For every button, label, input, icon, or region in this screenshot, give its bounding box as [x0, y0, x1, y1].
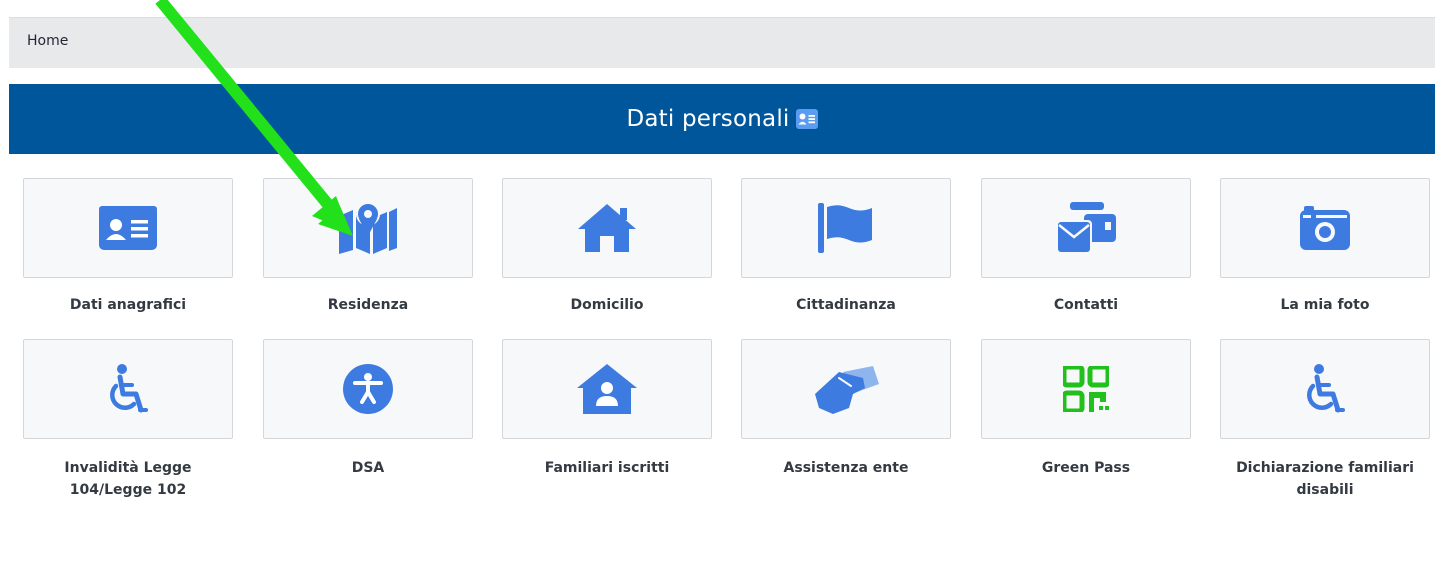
tile-label: Green Pass	[1041, 460, 1131, 476]
tile-domicilio[interactable]	[502, 178, 712, 278]
tile-label: Cittadinanza	[796, 297, 896, 313]
wheelchair-icon	[1307, 364, 1345, 413]
universal-access-icon	[343, 364, 393, 414]
qr-code-icon	[1063, 366, 1109, 412]
tile-label: Assistenza ente	[783, 460, 909, 476]
tile-label: Familiari iscritti	[544, 460, 670, 476]
tile-familiari-iscritti[interactable]	[502, 339, 712, 439]
tile-contatti[interactable]	[981, 178, 1191, 278]
tile-label: Residenza	[327, 297, 409, 313]
tile-label: Dati anagrafici	[69, 297, 187, 313]
tile-dati-anagrafici[interactable]	[23, 178, 233, 278]
tile-assistenza-ente[interactable]	[741, 339, 951, 439]
tile-label: Dichiarazione familiari disabili	[1236, 460, 1414, 498]
camera-icon	[1300, 206, 1350, 250]
breadcrumb-home-link[interactable]: Home	[27, 33, 68, 49]
tile-green-pass[interactable]	[981, 339, 1191, 439]
handshake-icon	[815, 366, 879, 414]
tile-label: Domicilio	[570, 297, 644, 313]
wheelchair-icon	[110, 364, 148, 413]
flag-icon	[818, 203, 872, 253]
breadcrumb: Home	[9, 17, 1435, 68]
tile-residenza[interactable]	[263, 178, 473, 278]
page-title: Dati personali	[626, 106, 790, 132]
map-location-icon	[339, 202, 397, 254]
house-user-icon	[577, 364, 637, 414]
home-icon	[578, 204, 636, 252]
tile-cittadinanza[interactable]	[741, 178, 951, 278]
contact-envelope-icon	[1056, 202, 1116, 254]
id-card-icon	[99, 206, 157, 250]
tile-dsa[interactable]	[263, 339, 473, 439]
section-header: Dati personali	[9, 84, 1435, 154]
id-card-icon	[795, 109, 818, 129]
tile-label: DSA	[351, 460, 385, 476]
tile-invalidita[interactable]	[23, 339, 233, 439]
tile-label: Invalidità Legge 104/Legge 102	[64, 460, 192, 498]
page: Home Dati personali Dati anagrafici Resi…	[0, 0, 1435, 583]
tile-label: Contatti	[1053, 297, 1119, 313]
tile-la-mia-foto[interactable]	[1220, 178, 1430, 278]
tile-label: La mia foto	[1280, 297, 1370, 313]
tile-dichiarazione-familiari-disabili[interactable]	[1220, 339, 1430, 439]
